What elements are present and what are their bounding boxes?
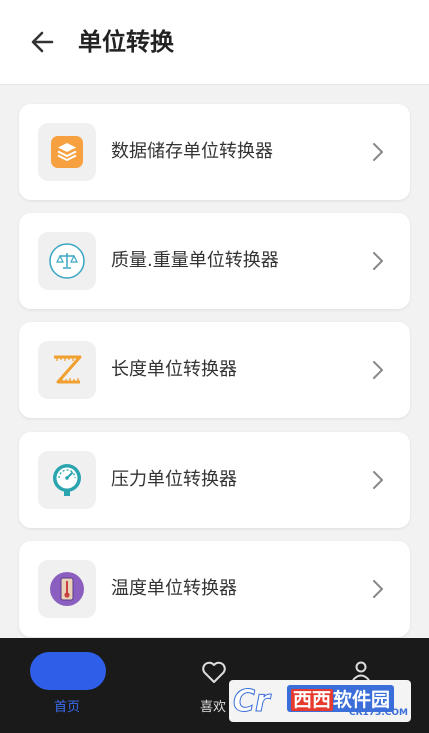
converter-label: 温度单位转换器 — [111, 578, 237, 599]
icon-container — [38, 341, 96, 399]
converter-label: 数据储存单位转换器 — [111, 141, 273, 162]
arrow-left-icon — [31, 31, 54, 53]
page-title: 单位转换 — [78, 28, 174, 56]
chevron-right-icon — [373, 471, 383, 489]
converter-label: 压力单位转换器 — [111, 469, 237, 490]
pressure-gauge-icon — [53, 464, 81, 496]
converter-label: 长度单位转换器 — [111, 359, 237, 380]
chevron-right-icon — [373, 580, 383, 598]
converter-label: 质量.重量单位转换器 — [111, 250, 279, 271]
converter-card-pressure[interactable]: 压力单位转换器 — [19, 432, 410, 528]
chevron-right-icon — [373, 252, 383, 270]
icon-container — [38, 451, 96, 509]
watermark-brand-part1: 西西 — [291, 689, 334, 711]
converter-card-data-storage[interactable]: 数据储存单位转换器 — [19, 104, 410, 200]
ruler-icon — [54, 355, 82, 384]
nav-favorites-label[interactable]: 喜欢 — [200, 696, 226, 715]
converter-card-length[interactable]: 长度单位转换器 — [19, 322, 410, 418]
thermometer-icon — [50, 572, 84, 606]
layers-icon — [51, 136, 83, 168]
site-watermark: Cr 西西 软件园 CR173.COM — [229, 680, 411, 722]
back-button[interactable] — [24, 24, 60, 60]
converter-card-mass-weight[interactable]: 质量.重量单位转换器 — [19, 213, 410, 309]
user-icon[interactable] — [350, 660, 372, 682]
watermark-logo: Cr — [233, 684, 271, 720]
chevron-right-icon — [373, 143, 383, 161]
nav-home-label[interactable]: 首页 — [54, 696, 80, 715]
app-header: 单位转换 — [0, 0, 429, 85]
icon-container — [38, 560, 96, 618]
converter-card-temperature[interactable]: 温度单位转换器 — [19, 541, 410, 637]
chevron-right-icon — [373, 361, 383, 379]
heart-icon[interactable] — [201, 660, 227, 684]
watermark-url: CR173.COM — [349, 708, 408, 718]
icon-container — [38, 232, 96, 290]
icon-container — [38, 123, 96, 181]
scale-icon — [49, 243, 85, 279]
nav-home-button[interactable] — [30, 652, 106, 690]
